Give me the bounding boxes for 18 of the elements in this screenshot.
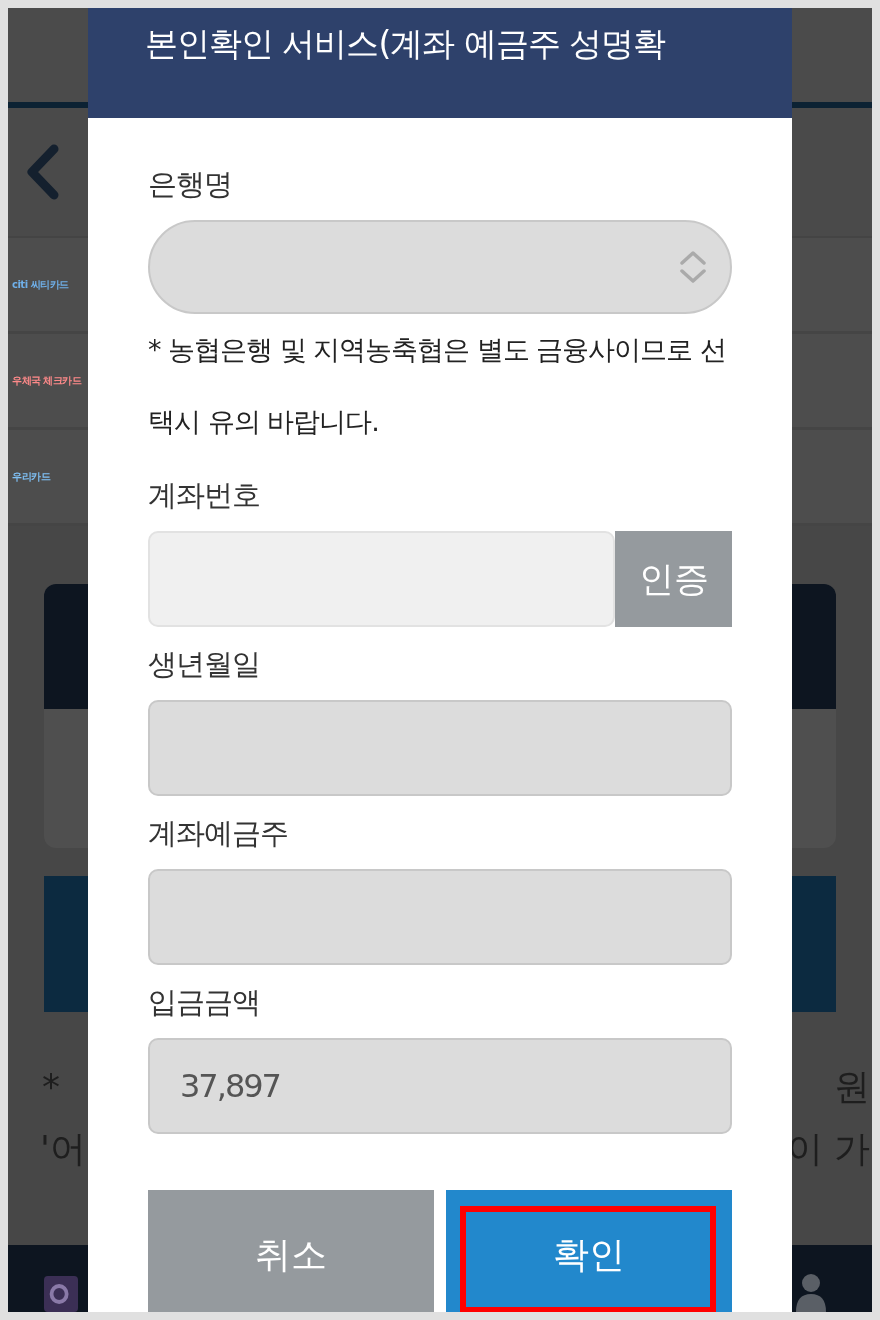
sort-arrows-icon xyxy=(678,249,708,285)
input-field[interactable] xyxy=(148,531,615,627)
field-label: 계좌번호 xyxy=(148,477,261,514)
search-icon[interactable] xyxy=(44,1276,78,1312)
field-label: 은행명 xyxy=(148,166,233,203)
card-logo[interactable]: 우리카드 xyxy=(12,469,50,484)
card-logo[interactable]: 우체국 체크카드 xyxy=(12,373,82,388)
person-icon[interactable] xyxy=(794,1272,828,1312)
verify-button[interactable]: 인증 xyxy=(615,531,732,627)
card-logo[interactable]: citi 씨티카드 xyxy=(12,277,69,292)
dialog-title: 본인확인 서비스(계좌 예금주 성명확 xyxy=(145,23,667,65)
notice-text: * xyxy=(42,1065,60,1109)
field-label: 입금금액 xyxy=(148,984,261,1021)
cancel-button[interactable]: 취소 xyxy=(148,1190,434,1312)
field-label: 생년월일 xyxy=(148,646,261,683)
notice-text: * 농협은행 및 지역농축협은 별도 금융사이므로 선택시 유의 바랍니다. xyxy=(148,333,727,439)
back-icon[interactable] xyxy=(24,144,60,200)
field-label: 계좌예금주 xyxy=(148,815,289,852)
